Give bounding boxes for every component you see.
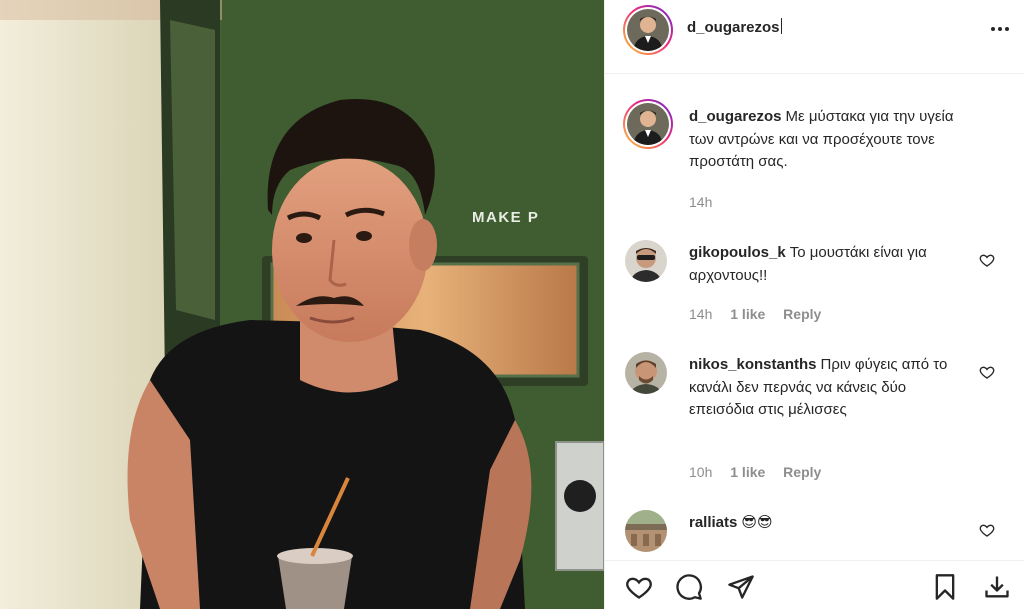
caption-username[interactable]: d_ougarezos (689, 108, 782, 125)
commenter-avatar[interactable] (625, 510, 667, 552)
caption-avatar-image (627, 103, 669, 145)
post-action-bar (605, 560, 1024, 609)
comment-meta: 14h 1 like Reply (689, 306, 835, 322)
commenter-avatar[interactable] (625, 240, 667, 282)
post-side-panel: d_ougarezos d_ougarezos Με μύστακα για τ… (604, 0, 1024, 609)
reply-button[interactable]: Reply (783, 306, 821, 322)
more-horizontal-icon (991, 27, 995, 31)
bookmark-icon[interactable] (931, 573, 959, 601)
comment-icon[interactable] (675, 573, 703, 601)
door-sign-text: MAKE P (472, 209, 539, 226)
comment-username[interactable]: gikopoulos_k (689, 244, 786, 261)
more-dot (998, 27, 1002, 31)
comment-username[interactable]: ralliats (689, 514, 737, 531)
author-username[interactable]: d_ougarezos (687, 18, 782, 36)
author-avatar-image (627, 9, 669, 51)
comment-body: nikos_konstanths Πριν φύγεις από το κανάλ… (689, 354, 969, 422)
commenter-avatar-image (625, 352, 667, 394)
more-dot (1005, 27, 1009, 31)
send-icon[interactable] (727, 573, 755, 601)
comment-time[interactable]: 10h (689, 464, 712, 480)
author-username-text[interactable]: d_ougarezos (687, 19, 780, 36)
commenter-avatar[interactable] (625, 352, 667, 394)
caption-meta: 14h (689, 194, 726, 210)
comment-meta: 10h 1 like Reply (689, 464, 835, 480)
commenter-avatar-image (625, 510, 667, 552)
comment-like-heart-icon[interactable] (979, 364, 995, 380)
author-avatar[interactable] (623, 5, 673, 55)
comment-time[interactable]: 14h (689, 306, 712, 322)
comment-like-heart-icon[interactable] (979, 252, 995, 268)
text-cursor (780, 18, 782, 34)
heart-icon[interactable] (625, 573, 653, 601)
more-options-button[interactable] (989, 18, 1011, 40)
comment-like-heart-icon[interactable] (979, 522, 995, 538)
comment-body: ralliats 😎😎 (689, 512, 969, 535)
comment-username[interactable]: nikos_konstanths (689, 356, 817, 373)
caption-time[interactable]: 14h (689, 194, 712, 210)
post-image: MAKE P (0, 0, 604, 609)
comment-body: gikopoulos_k Το μουστάκι είναι για αρχοντ… (689, 242, 969, 287)
commenter-avatar-image (625, 240, 667, 282)
reply-button[interactable]: Reply (783, 464, 821, 480)
comment-likes[interactable]: 1 like (730, 464, 765, 480)
post-photo[interactable]: MAKE P (0, 0, 604, 609)
comment-text: 😎😎 (741, 514, 773, 531)
caption-avatar[interactable] (623, 99, 673, 149)
post-header: d_ougarezos (605, 0, 1024, 74)
caption-body: d_ougarezos Με μύστακα για την υγεία των … (689, 106, 969, 174)
download-icon[interactable] (983, 573, 1011, 601)
comment-likes[interactable]: 1 like (730, 306, 765, 322)
